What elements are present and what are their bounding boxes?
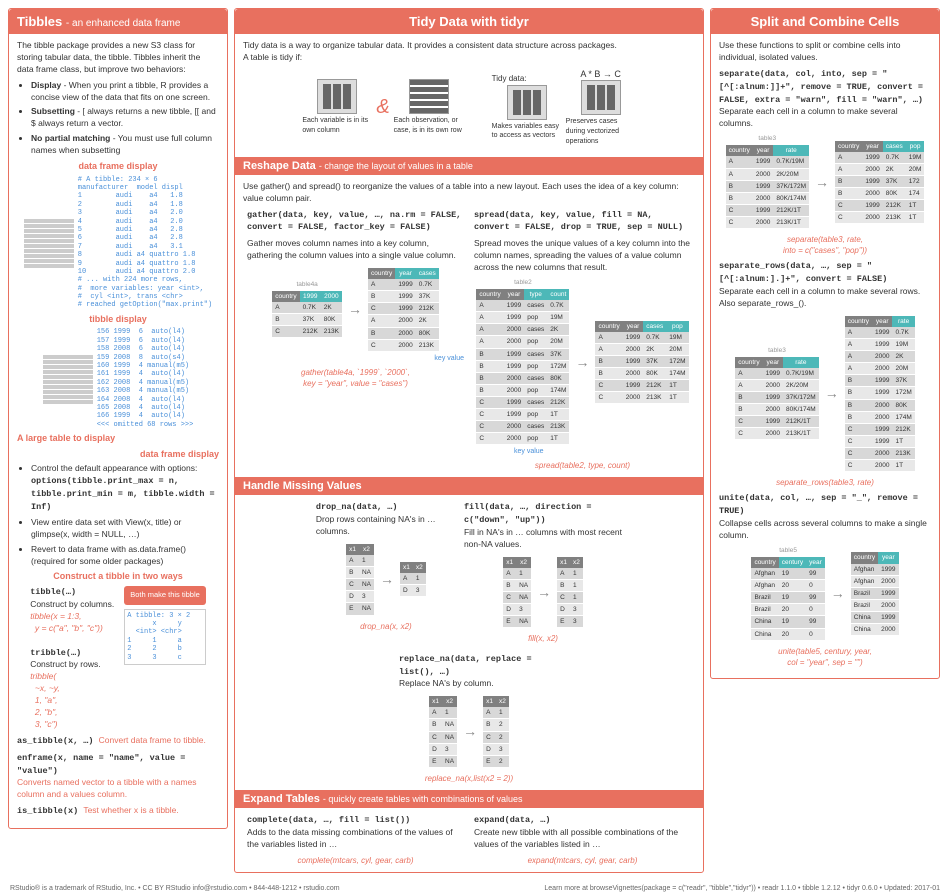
split-card: Split and Combine Cells Use these functi…	[710, 8, 940, 679]
ampersand-icon: &	[376, 93, 389, 121]
tibbles-header: Tibbles - an enhanced data frame	[9, 9, 227, 34]
arrow-icon: →	[575, 353, 589, 373]
view-bullet: View entire data set with View(x, title)…	[31, 517, 219, 541]
replace-out-viz: x1x2A1B2C2D3E2	[481, 694, 511, 770]
tidy-card: Tidy Data with tidyr Tidy data is a way …	[234, 8, 704, 873]
spread-out-viz: countryyearcasespopA19990.7K19MA20002K20…	[593, 319, 690, 407]
grid-icon	[24, 218, 74, 268]
spread-sig: spread(data, key, value, fill = NA, conv…	[474, 210, 683, 233]
icon-vectors: Makes variables easy to access as vector…	[492, 85, 562, 142]
tribble-fn: tribble(…)	[30, 648, 81, 658]
reshape-header: Reshape Data - change the layout of valu…	[235, 157, 703, 175]
tidy-header: Tidy Data with tidyr	[235, 9, 703, 34]
gathered-viz: countryyearcasesA19990.7KB199937KC199921…	[366, 266, 441, 354]
expand-header: Expand Tables - quickly create tables wi…	[235, 790, 703, 808]
icon-variable: Each variable is in its own column	[302, 79, 372, 136]
sep-out-viz: countryyearcasespopA19990.7K19MA20002K20…	[833, 139, 926, 227]
table5-viz: table5countrycenturyyearAfghan1999Afghan…	[749, 546, 826, 643]
tibble-display-label: tibble display	[17, 313, 219, 326]
missing-header: Handle Missing Values	[235, 477, 703, 495]
revert-bullet: Revert to data frame with as.data.frame(…	[31, 544, 219, 568]
options-bullet: Control the default appearance with opti…	[31, 463, 219, 514]
footer: RStudio® is a trademark of RStudio, Inc.…	[0, 881, 950, 896]
table3-viz: table3countryyearrateA19990.7K/19MA20002…	[724, 134, 811, 231]
unite-sig: unite(data, col, …, sep = "_", remove = …	[719, 493, 918, 516]
arrow-icon: →	[348, 300, 362, 320]
tidy-intro: Tidy data is a way to organize tabular d…	[243, 40, 695, 64]
both-badge: Both make this tibble	[124, 586, 206, 605]
na-in-viz: x1x2A1BNACNAD3ENA	[344, 542, 376, 618]
gather-call: gather(table4a, `1999`, `2000`, key = "y…	[247, 367, 464, 389]
unite-out-viz: countryyearAfghan1999Afghan2000Brazil199…	[849, 550, 901, 638]
icon-preserve: Preserves cases during vectorized operat…	[566, 80, 636, 146]
table4a-viz: table4acountry19992000A0.7K2KB37K80KC212…	[270, 280, 344, 340]
separate-rows-sig: separate_rows(data, …, sep = "[^[:alnum:…	[719, 261, 887, 284]
separate-sig: separate(data, col, into, sep = "[^[:aln…	[719, 69, 923, 105]
df-display-label: data frame display	[17, 160, 219, 173]
large-table-label: A large table to display	[17, 432, 219, 445]
fill-out-viz: x1x2A1B1C1D3E3	[555, 555, 585, 631]
dropna-out-viz: x1x2A1D3	[398, 560, 428, 599]
split-header: Split and Combine Cells	[711, 9, 939, 34]
seprows-out-viz: countryyearrateA19990.7KA199919MA20002KA…	[843, 314, 917, 474]
na-in-viz2: x1x2A1BNACNAD3ENA	[501, 555, 533, 631]
table3-viz2: table3countryyearrateA19990.7K/19MA20002…	[733, 346, 820, 443]
tibble-output: A tibble: 3 × 2 x y <int> <chr> 1 1 a 2 …	[124, 609, 206, 665]
tibbles-card: Tibbles - an enhanced data frame The tib…	[8, 8, 228, 829]
gather-sig: gather(data, key, value, …, na.rm = FALS…	[247, 210, 461, 233]
df-code-sample: # A tibble: 234 × 6 manufacturer model d…	[78, 176, 212, 310]
table2-viz: table2countryyeartypecountA1999cases0.7K…	[474, 278, 571, 447]
construct-header: Construct a tibble in two ways	[17, 570, 219, 583]
icon-observation: Each observation, or case, is in its own…	[394, 79, 464, 136]
df-display-label-2: data frame display	[17, 448, 219, 461]
tibble-fn: tibble(…)	[30, 587, 76, 597]
spread-call: spread(table2, type, count)	[474, 460, 691, 471]
grid-icon-2	[43, 354, 93, 404]
tibble-code-sample: 156 1999 6 auto(l4) 157 1999 6 auto(l4) …	[97, 328, 194, 429]
na-in-viz3: x1x2A1BNACNAD3ENA	[427, 694, 459, 770]
tibbles-intro: The tibble package provides a new S3 cla…	[17, 40, 219, 76]
cheatsheet-page: Tibbles - an enhanced data frame The tib…	[0, 0, 950, 881]
tibbles-bullets: Display - When you print a tibble, R pro…	[17, 80, 219, 157]
